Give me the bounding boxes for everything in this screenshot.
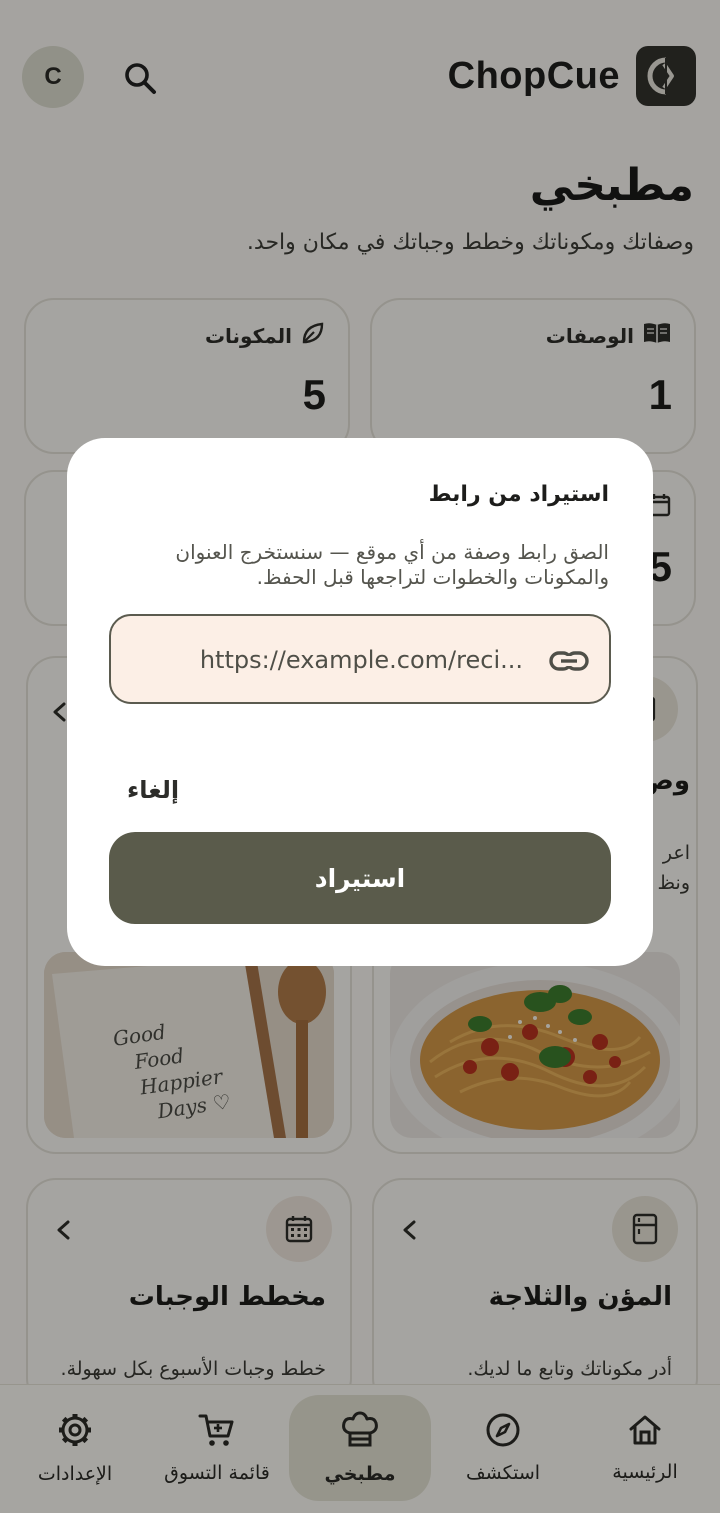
url-input[interactable] <box>143 640 523 680</box>
dialog-body: الصق رابط وصفة من أي موقع — سنستخرج العن… <box>175 540 609 589</box>
import-button[interactable]: استيراد <box>109 832 611 924</box>
import-from-link-dialog: استيراد من رابط الصق رابط وصفة من أي موق… <box>67 438 653 966</box>
dialog-title: استيراد من رابط <box>428 482 609 507</box>
cancel-button[interactable]: إلغاء <box>127 768 179 812</box>
link-icon <box>549 644 589 678</box>
url-field[interactable] <box>109 614 611 704</box>
